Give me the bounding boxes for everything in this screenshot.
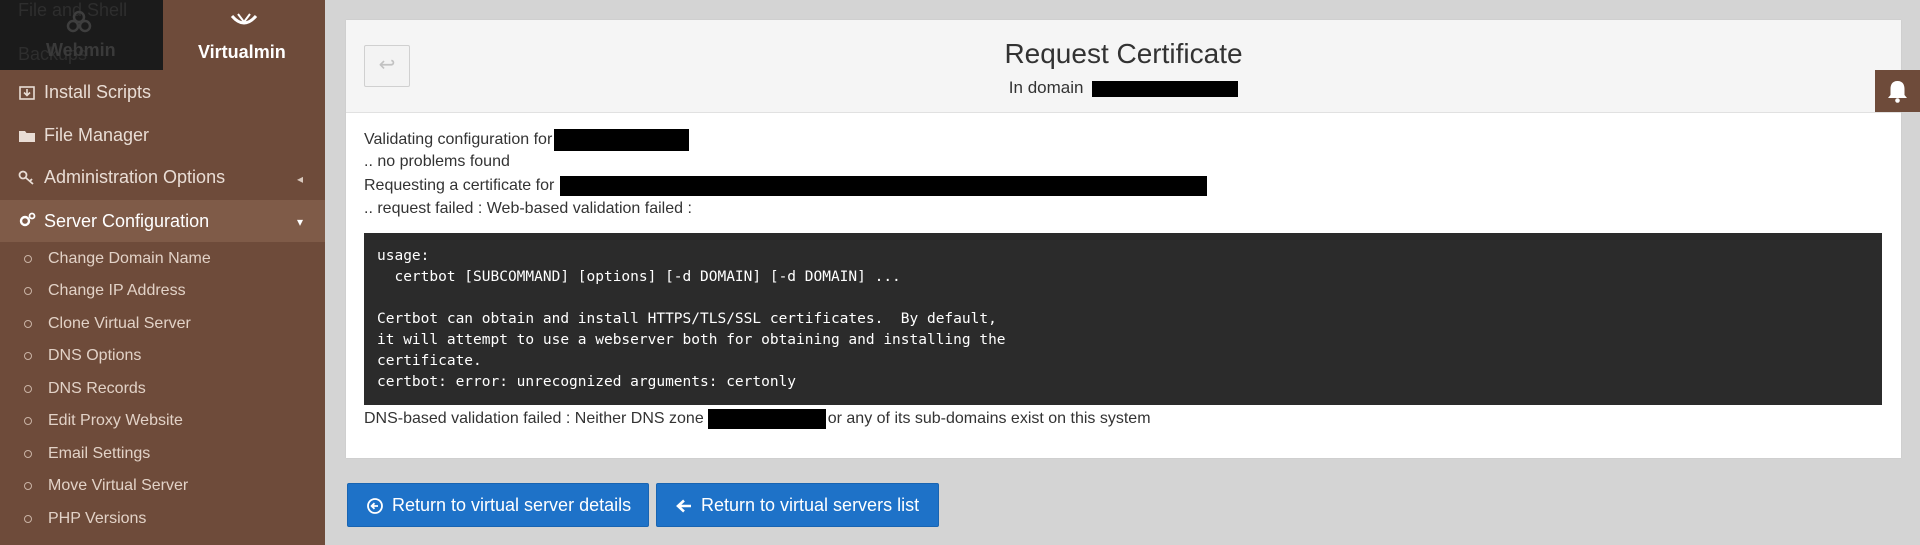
- page-subtitle: In domain: [346, 78, 1901, 98]
- return-to-server-details-button[interactable]: Return to virtual server details: [347, 483, 649, 527]
- menu-install-scripts[interactable]: Install Scripts: [0, 73, 325, 113]
- status-text: Requesting a certificate for: [364, 177, 555, 195]
- submenu-label: DNS Records: [48, 380, 146, 397]
- submenu-label: Email Settings: [48, 445, 151, 462]
- submenu-change-ip-address[interactable]: Change IP Address: [0, 277, 325, 307]
- panel-header: ↩ Request Certificate In domain: [346, 20, 1901, 113]
- menu-label: Administration Options: [44, 167, 226, 187]
- return-to-servers-list-button[interactable]: Return to virtual servers list: [656, 483, 939, 527]
- install-scripts-icon: [19, 86, 35, 100]
- menu-server-configuration[interactable]: Server Configuration ▾: [0, 200, 325, 242]
- folder-icon: [19, 131, 35, 142]
- sidebar: File and Shell Backups Webmin Virtualmin…: [0, 0, 325, 545]
- submenu-edit-proxy-website[interactable]: Edit Proxy Website: [0, 407, 325, 437]
- bullet-icon: [24, 352, 32, 360]
- button-label: Return to virtual servers list: [701, 495, 920, 515]
- circle-arrow-left-icon: [367, 498, 383, 514]
- status-text: Validating configuration for: [364, 131, 553, 149]
- submenu-dns-records[interactable]: DNS Records: [0, 375, 325, 405]
- product-switcher: File and Shell Backups Webmin Virtualmin: [0, 0, 325, 72]
- gears-icon: [19, 212, 36, 227]
- submenu-email-settings[interactable]: Email Settings: [0, 440, 325, 470]
- notifications-button[interactable]: [1875, 70, 1920, 112]
- dns-status-line: DNS-based validation failed : Neither DN…: [364, 409, 1151, 429]
- tab-virtualmin-label: Virtualmin: [198, 42, 286, 62]
- tab-virtualmin[interactable]: Virtualmin: [163, 0, 325, 70]
- bullet-icon: [24, 385, 32, 393]
- submenu-label: Change Domain Name: [48, 250, 211, 267]
- submenu-label: PHP Versions: [48, 510, 147, 527]
- redacted-domain-list: [560, 176, 1208, 196]
- bullet-icon: [24, 417, 32, 425]
- tab-webmin-label: Webmin: [46, 40, 116, 60]
- virtualmin-logo-icon: [230, 13, 258, 25]
- status-line: Validating configuration for: [364, 129, 690, 151]
- submenu-label: Edit Proxy Website: [48, 412, 183, 429]
- bullet-icon: [24, 482, 32, 490]
- menu-label: Install Scripts: [44, 82, 152, 102]
- redacted-domain: [554, 129, 690, 151]
- submenu-label: Clone Virtual Server: [48, 315, 191, 332]
- submenu-dns-options[interactable]: DNS Options: [0, 342, 325, 372]
- submenu-clone-virtual-server[interactable]: Clone Virtual Server: [0, 310, 325, 340]
- caret-left-icon: ◂: [296, 172, 303, 186]
- submenu-label: Move Virtual Server: [48, 477, 189, 494]
- caret-down-icon: ▾: [296, 215, 303, 229]
- button-label: Return to virtual server details: [392, 495, 632, 515]
- menu-administration-options[interactable]: Administration Options ◂: [0, 158, 325, 198]
- bell-icon: [1888, 81, 1907, 103]
- arrow-left-icon: [676, 499, 691, 513]
- submenu-label: Change IP Address: [48, 282, 186, 299]
- menu-label: Server Configuration: [44, 211, 210, 231]
- bullet-icon: [24, 450, 32, 458]
- status-line: Requesting a certificate for: [364, 176, 1208, 196]
- menu-file-manager[interactable]: File Manager: [0, 116, 325, 156]
- key-icon: [18, 170, 34, 185]
- submenu-move-virtual-server[interactable]: Move Virtual Server: [0, 472, 325, 502]
- submenu-change-domain-name[interactable]: Change Domain Name: [0, 245, 325, 275]
- tab-webmin[interactable]: File and Shell Backups Webmin: [0, 0, 163, 70]
- status-text: or any of its sub-domains exist on this …: [827, 410, 1151, 428]
- status-line: .. request failed : Web-based validation…: [364, 200, 692, 217]
- bullet-icon: [24, 515, 32, 523]
- redacted-domain: [1092, 80, 1239, 97]
- main-panel: ↩ Request Certificate In domain Validati…: [346, 20, 1901, 458]
- status-line: .. no problems found: [364, 153, 510, 170]
- bullet-icon: [24, 255, 32, 263]
- bullet-icon: [24, 320, 32, 328]
- submenu-php-versions[interactable]: PHP Versions: [0, 505, 325, 535]
- submenu-label: DNS Options: [48, 347, 142, 364]
- webmin-logo-icon: [66, 10, 92, 33]
- subtitle-label: In domain: [1008, 78, 1084, 97]
- status-text: DNS-based validation failed : Neither DN…: [364, 410, 704, 428]
- menu-label: File Manager: [44, 125, 150, 145]
- error-output: usage: certbot [SUBCOMMAND] [options] [-…: [364, 233, 1882, 405]
- bullet-icon: [24, 287, 32, 295]
- page-title: Request Certificate: [1004, 38, 1243, 69]
- redacted-zone: [707, 409, 826, 429]
